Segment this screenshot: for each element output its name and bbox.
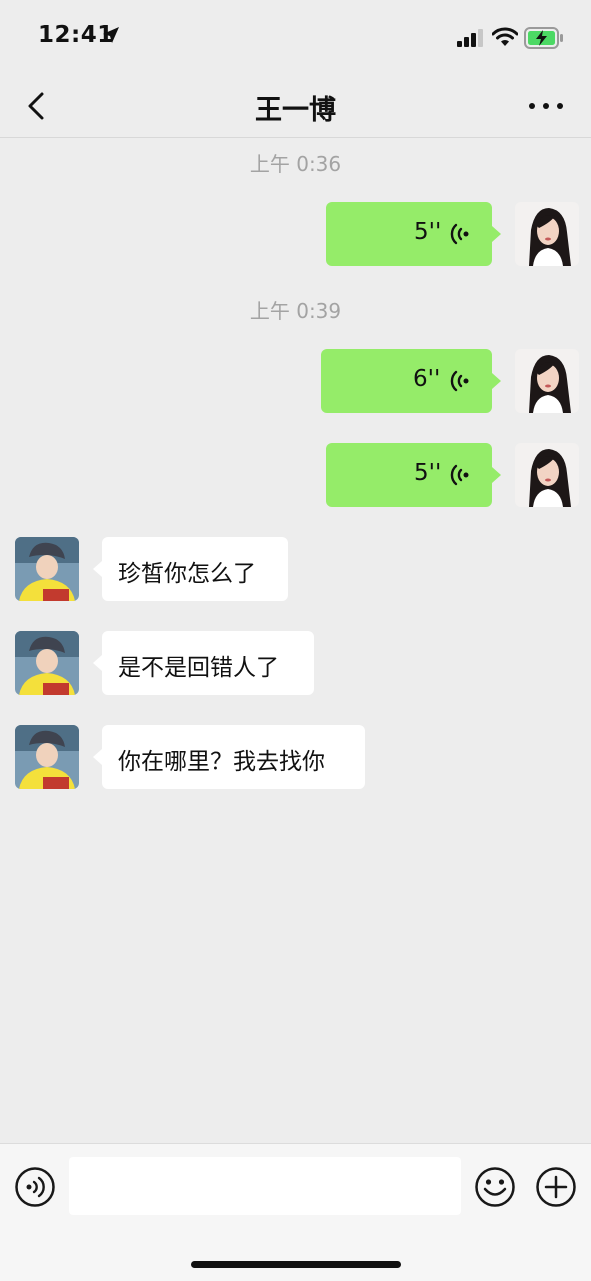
more-dots-icon[interactable] [526, 94, 566, 118]
my-avatar[interactable] [515, 349, 579, 413]
voice-input-icon[interactable] [14, 1166, 56, 1208]
emoji-icon[interactable] [474, 1166, 516, 1208]
my-avatar[interactable] [515, 443, 579, 507]
incoming-text-bubble[interactable]: 珍皙你怎么了 [93, 537, 288, 601]
nav-bar: 王一博 [0, 74, 591, 138]
wifi-icon [492, 27, 518, 46]
input-bar [0, 1143, 591, 1281]
voice-message-bubble[interactable]: 6'' [321, 349, 501, 413]
voice-wave-icon [450, 464, 469, 486]
chat-title: 王一博 [255, 95, 336, 126]
battery-charging-icon [524, 27, 563, 49]
message-text: 珍皙你怎么了 [118, 561, 256, 587]
voice-message-bubble[interactable]: 5'' [326, 202, 501, 266]
voice-message-bubble[interactable]: 5'' [326, 443, 501, 507]
plus-icon[interactable] [535, 1166, 577, 1208]
timestamp: 上午 0:39 [249, 299, 342, 323]
message-text: 是不是回错人了 [118, 655, 279, 681]
location-arrow-icon [103, 27, 119, 43]
my-avatar[interactable] [515, 202, 579, 266]
voice-duration: 6'' [413, 366, 441, 392]
contact-avatar[interactable] [15, 725, 79, 789]
message-input[interactable] [69, 1157, 461, 1215]
voice-duration: 5'' [414, 219, 442, 245]
status-bar: 12:41 [0, 0, 591, 74]
voice-wave-icon [450, 370, 469, 392]
contact-avatar[interactable] [15, 537, 79, 601]
home-indicator [191, 1261, 401, 1268]
voice-wave-icon [450, 223, 469, 245]
contact-avatar[interactable] [15, 631, 79, 695]
incoming-text-bubble[interactable]: 是不是回错人了 [93, 631, 314, 695]
cellular-signal-icon [457, 29, 483, 47]
message-text: 你在哪里？我去找你 [118, 749, 325, 775]
incoming-text-bubble[interactable]: 你在哪里？我去找你 [93, 725, 365, 789]
timestamp: 上午 0:36 [249, 152, 342, 176]
voice-duration: 5'' [414, 460, 442, 486]
